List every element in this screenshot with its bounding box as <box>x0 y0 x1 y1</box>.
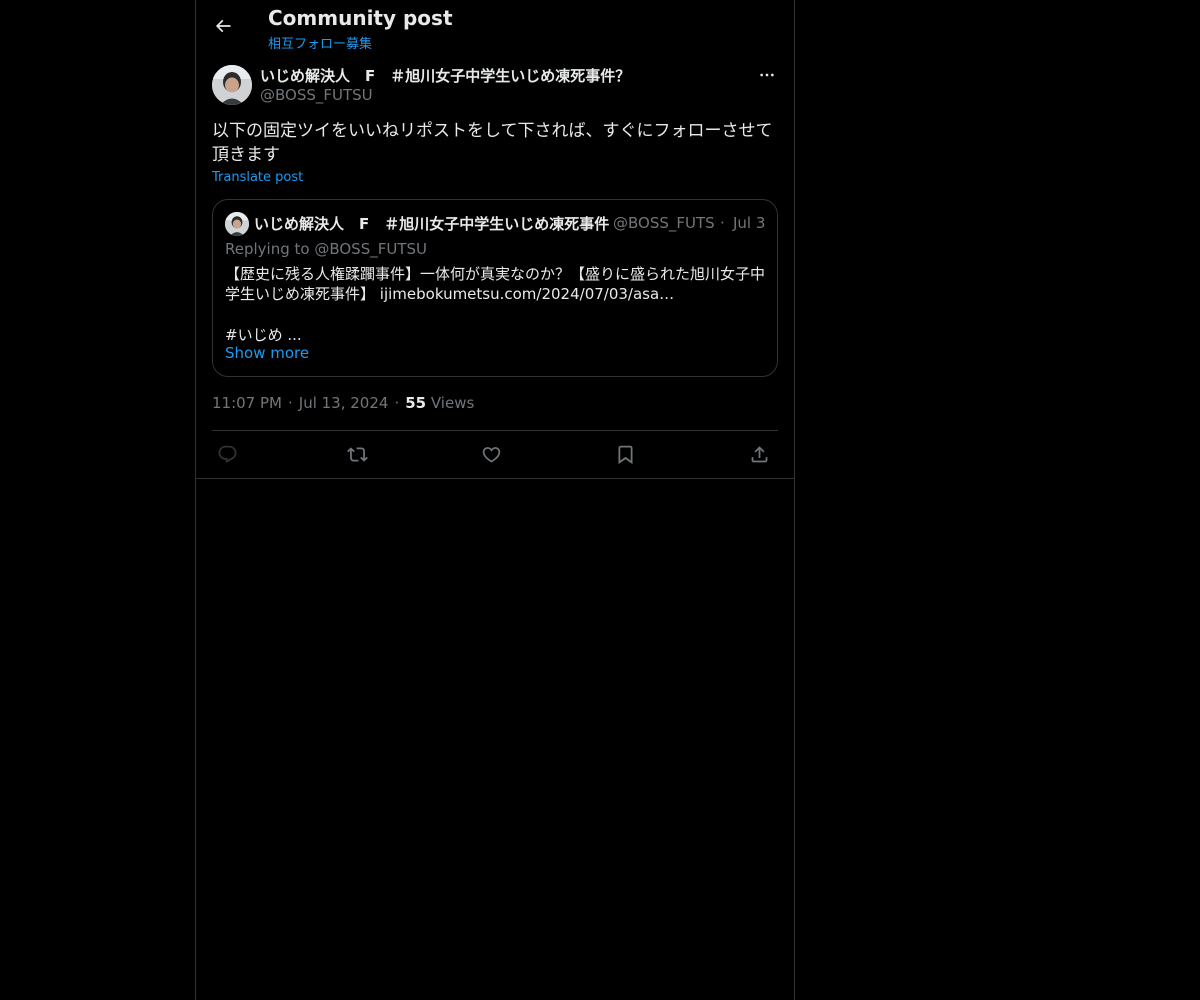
show-more-link[interactable]: Show more <box>225 344 309 362</box>
bookmark-button[interactable] <box>613 442 637 466</box>
quoted-avatar <box>225 212 249 236</box>
action-bar <box>212 440 778 468</box>
post-metadata: 11:07 PM · Jul 13, 2024 · 55 Views <box>212 394 474 412</box>
page-title: Community post <box>268 6 453 30</box>
quoted-replying-to: Replying to @BOSS_FUTSU <box>225 240 427 258</box>
reply-button[interactable] <box>215 442 239 466</box>
page-header: Community post 相互フォロー募集 <box>196 0 794 56</box>
share-icon <box>751 445 767 462</box>
meta-separator: · <box>394 394 400 412</box>
share-button[interactable] <box>747 442 771 466</box>
quoted-post[interactable]: いじめ解決人 F ＃旭川女子中学生いじめ凍死事件 @BOSS_FUTSU · J… <box>212 199 778 377</box>
heart-icon <box>482 446 500 463</box>
repost-button[interactable] <box>345 442 369 466</box>
translate-post-link[interactable]: Translate post <box>212 170 303 185</box>
post-date[interactable]: Jul 13, 2024 <box>299 394 389 412</box>
quoted-avatar-image <box>225 212 249 236</box>
divider <box>212 430 778 431</box>
more-horizontal-icon <box>760 73 774 77</box>
divider <box>196 478 794 479</box>
post-time[interactable]: 11:07 PM <box>212 394 282 412</box>
main-column: Community post 相互フォロー募集 いじめ解決人 F ＃旭川女子中学… <box>195 0 795 1000</box>
bookmark-icon <box>618 445 632 464</box>
repost-icon <box>346 446 368 462</box>
meta-separator: · <box>287 394 293 412</box>
back-arrow-icon <box>215 19 231 33</box>
avatar-image <box>212 65 252 105</box>
community-name-link[interactable]: 相互フォロー募集 <box>268 33 372 52</box>
avatar[interactable] <box>212 65 252 105</box>
author-handle[interactable]: @BOSS_FUTSU <box>260 86 373 104</box>
quoted-hashtag-line: #いじめ ... <box>225 326 302 344</box>
quoted-author-name: いじめ解決人 F ＃旭川女子中学生いじめ凍死事件 <box>254 215 610 233</box>
back-button[interactable] <box>206 9 240 43</box>
quoted-separator-dot: · <box>720 214 725 232</box>
quoted-post-text: 【歴史に残る人権蹂躙事件】一体何が真実なのか？【盛りに盛られた旭川女子中学生いじ… <box>225 264 767 304</box>
quoted-author-handle: @BOSS_FUTSU <box>613 214 716 232</box>
views-count: 55 <box>405 394 427 412</box>
more-button[interactable] <box>756 64 778 86</box>
quoted-link: ijimebokumetsu.com/2024/07/03/asa… <box>379 285 675 303</box>
quoted-post-date: Jul 3 <box>733 214 766 232</box>
post-text: 以下の固定ツイをいいねリポストをして下されば、すぐにフォローさせて頂きます <box>212 121 773 165</box>
author-name[interactable]: いじめ解決人 F ＃旭川女子中学生いじめ凍死事件？ <box>260 65 630 86</box>
like-button[interactable] <box>479 442 503 466</box>
post-author: いじめ解決人 F ＃旭川女子中学生いじめ凍死事件？ @BOSS_FUTSU <box>212 64 778 106</box>
reply-icon <box>218 445 236 463</box>
views-label: Views <box>430 394 475 412</box>
